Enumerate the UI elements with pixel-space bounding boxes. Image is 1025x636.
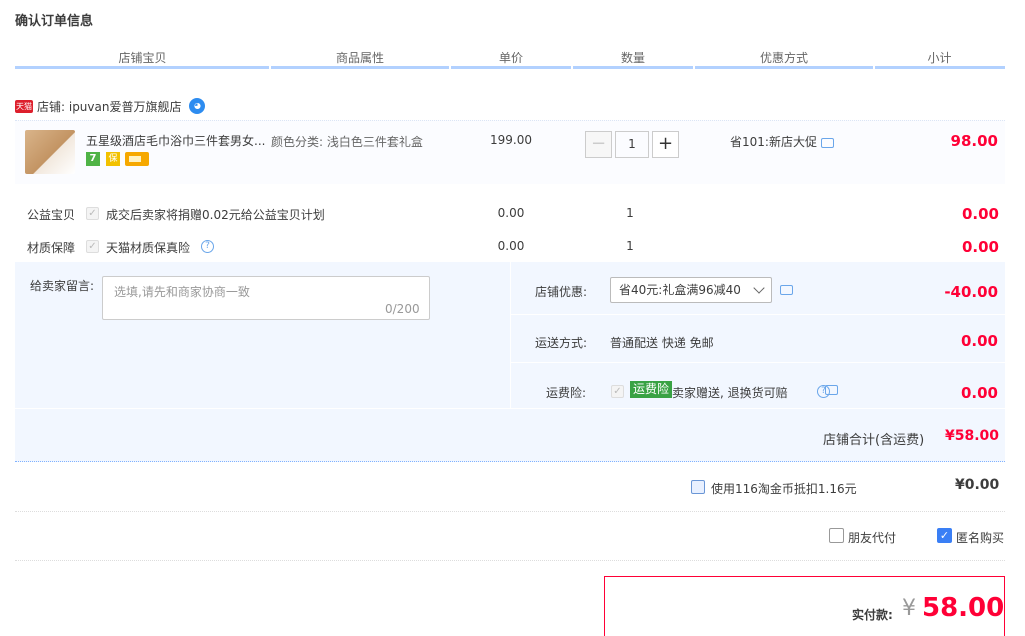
charity-checkbox: ✓ [86,207,99,220]
taobao-coin-checkbox[interactable] [691,480,705,494]
chat-icon[interactable]: ◕ [189,98,206,114]
divider [15,511,1005,512]
taobao-coin-text: 使用116淘金币抵扣1.16元 [711,482,857,496]
shipping-amount: 0.00 [960,332,998,350]
message-counter: 0/200 [385,302,420,316]
charity-subtotal: 0.00 [961,205,999,223]
column-header-subtotal: 小计 [927,51,952,65]
chevron-down-icon [753,282,765,294]
tmall-badge-icon: 天猫 [15,99,33,113]
store-name-link[interactable]: 店铺: ipuvan爱普万旗舰店 [37,98,181,115]
help-icon[interactable]: ? [201,240,214,253]
page-title: 确认订单信息 [15,14,94,29]
quantity-decrease-button[interactable]: − [585,131,612,158]
taobao-coin-amount: ¥0.00 [955,477,1000,493]
item-row [15,120,1005,184]
comment-icon[interactable] [820,138,834,148]
store-total-label: 店铺合计(含运费) [823,433,925,448]
promotion: 省101:新店大促 [730,133,834,150]
comment-icon[interactable] [780,285,793,295]
service-label-material: 材质保障 [27,241,76,255]
credit-card-icon[interactable] [125,152,149,166]
column-header-quantity: 数量 [620,51,645,65]
guarantee-icon[interactable]: 保 [106,152,120,166]
material-price: 0.00 [497,239,525,253]
material-checkbox: ✓ [86,240,99,253]
header-divider [573,66,693,69]
payment-label: 实付款: [852,608,893,622]
quantity-increase-button[interactable]: + [652,131,679,158]
charity-price: 0.00 [497,206,525,220]
header-divider [695,66,873,69]
seven-day-return-icon[interactable]: 7 [86,152,100,166]
friend-pay-label: 朋友代付 [848,531,897,545]
anonymous-checkbox[interactable]: ✓ [937,528,952,543]
freight-insurance-amount: 0.00 [960,384,998,402]
product-thumbnail[interactable] [25,130,75,174]
header-divider [875,66,1005,69]
store-discount-select[interactable]: 省40元:礼盒满96减40 [610,277,772,303]
friend-pay-checkbox[interactable] [829,528,844,543]
payment-currency: ¥ [902,596,916,621]
charity-qty: 1 [626,206,634,220]
service-label-charity: 公益宝贝 [27,208,76,222]
anonymous-label: 匿名购买 [956,531,1005,545]
divider [15,560,1005,561]
material-subtotal: 0.00 [961,238,999,256]
material-qty: 1 [626,239,634,253]
header-divider [15,66,269,69]
quantity-input[interactable]: 1 [615,131,649,158]
charity-text: 成交后卖家将捐赠0.02元给公益宝贝计划 [106,208,325,222]
quantity-stepper: − 1 + [585,131,679,159]
product-title-link[interactable]: 五星级酒店毛巾浴巾三件套男女... [86,132,266,149]
message-label: 给卖家留言: [30,279,95,293]
column-header-unit-price: 单价 [498,51,523,65]
message-placeholder: 选填,请先和商家协商一致 [114,285,250,299]
store-discount-amount: -40.00 [944,283,998,301]
divider [510,362,1005,363]
payment-amount: 58.00 [922,593,1005,623]
freight-insurance-checkbox: ✓ [611,385,624,398]
promotion-label: 省101:新店大促 [730,135,817,149]
shipping-method: 普通配送 快递 免邮 [610,336,714,350]
freight-insurance-label: 运费险: [546,386,587,400]
divider [510,314,1005,315]
material-text: 天猫材质保真险 [106,241,191,255]
store-row: 天猫 店铺: ipuvan爱普万旗舰店 ◕ [15,97,206,115]
store-total-amount: ¥58.00 [945,428,1000,444]
store-discount-label: 店铺优惠: [535,285,588,299]
freight-insurance-text: 卖家赠送, 退换货可赔 [672,386,788,400]
help-icon[interactable]: ? [817,385,830,398]
column-header-discount: 优惠方式 [759,51,808,65]
freight-insurance-tag: 运费险 [630,381,673,398]
header-divider [451,66,571,69]
divider [15,408,1005,409]
shipping-label: 运送方式: [535,336,588,350]
column-header-attributes: 商品属性 [335,51,384,65]
header-divider [271,66,449,69]
item-subtotal: 98.00 [950,132,998,150]
column-header-store-item: 店铺宝贝 [118,51,167,65]
product-attribute: 颜色分类: 浅白色三件套礼盒 [271,135,423,149]
store-discount-value: 省40元:礼盒满96减40 [619,283,741,297]
unit-price: 199.00 [490,133,532,147]
